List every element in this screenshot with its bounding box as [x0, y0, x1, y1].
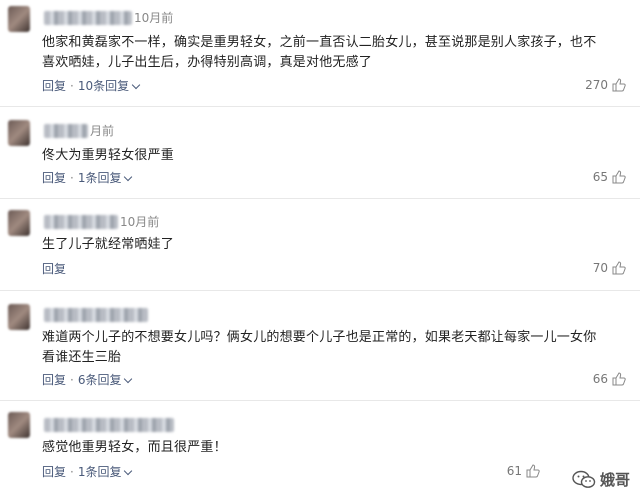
avatar[interactable] [8, 210, 30, 236]
like-button[interactable]: 70 [593, 261, 626, 275]
thumbs-up-icon[interactable] [612, 261, 626, 275]
like-count: 70 [592, 261, 608, 275]
like-count: 65 [592, 170, 608, 184]
view-replies-link[interactable]: 6条回复 [78, 372, 122, 388]
like-button[interactable]: 66 [593, 372, 626, 386]
comment-feed: 10月前 他家和黄磊家不一样，确实是重男轻女，之前一直否认二胎女儿，甚至说那是别… [0, 0, 640, 500]
divider [0, 290, 640, 291]
comment-actions: 回复 · 10条回复 [42, 78, 141, 94]
separator-dot: · [70, 465, 74, 479]
comment-text: 佟大为重男轻女很严重 [42, 148, 175, 163]
watermark-label: 娥哥 [599, 471, 630, 489]
reply-button[interactable]: 回复 [42, 170, 66, 186]
reply-button[interactable]: 回复 [42, 261, 66, 277]
username-blurred[interactable] [44, 215, 118, 229]
comment-text: 他家和黄磊家不一样，确实是重男轻女，之前一直否认二胎女儿，甚至说那是别人家孩子，… [42, 35, 597, 70]
avatar[interactable] [8, 120, 30, 146]
comment-actions: 回复 · 6条回复 [42, 372, 133, 388]
comment-text: 生了儿子就经常晒娃了 [42, 237, 175, 252]
separator-dot: · [70, 79, 74, 93]
thumbs-up-icon[interactable] [612, 372, 626, 386]
watermark: 娥哥 [572, 469, 630, 490]
view-replies-link[interactable]: 10条回复 [78, 78, 129, 94]
comment-text: 难道两个儿子的不想要女儿吗？俩女儿的想要个儿子也是正常的，如果老天都让每家一儿一… [42, 330, 597, 365]
like-count: 270 [585, 78, 608, 92]
like-button[interactable]: 61 [507, 464, 540, 478]
chevron-down-icon[interactable] [124, 172, 133, 181]
thumbs-up-icon[interactable] [612, 170, 626, 184]
chevron-down-icon[interactable] [131, 80, 141, 89]
avatar[interactable] [8, 304, 30, 330]
username-blurred[interactable] [44, 308, 148, 322]
wechat-icon [572, 470, 596, 488]
username-blurred[interactable] [44, 124, 88, 138]
reply-button[interactable]: 回复 [42, 78, 66, 94]
reply-button[interactable]: 回复 [42, 372, 66, 388]
like-button[interactable]: 270 [585, 78, 626, 92]
comment-time: 10月前 [120, 215, 160, 229]
like-button[interactable]: 65 [593, 170, 626, 184]
chevron-down-icon[interactable] [124, 466, 133, 475]
separator-dot: · [70, 171, 74, 185]
chevron-down-icon[interactable] [124, 374, 133, 383]
like-count: 66 [592, 372, 608, 386]
comment-time: 10月前 [134, 11, 174, 25]
comment-time: 月前 [90, 124, 115, 138]
comment-text: 感觉他重男轻女，而且很严重！ [42, 440, 227, 455]
avatar[interactable] [8, 412, 30, 438]
divider [0, 198, 640, 199]
comment-actions: 回复 · 1条回复 [42, 464, 133, 480]
reply-button[interactable]: 回复 [42, 464, 66, 480]
comment-actions: 回复 [42, 261, 66, 277]
avatar[interactable] [8, 6, 30, 32]
view-replies-link[interactable]: 1条回复 [78, 170, 122, 186]
thumbs-up-icon[interactable] [612, 78, 626, 92]
username-blurred[interactable] [44, 418, 174, 432]
like-count: 61 [506, 464, 522, 478]
comment-actions: 回复 · 1条回复 [42, 170, 133, 186]
view-replies-link[interactable]: 1条回复 [78, 464, 122, 480]
username-blurred[interactable] [44, 11, 132, 25]
thumbs-up-icon[interactable] [526, 464, 540, 478]
divider [0, 400, 640, 401]
separator-dot: · [70, 373, 74, 387]
divider [0, 106, 640, 107]
